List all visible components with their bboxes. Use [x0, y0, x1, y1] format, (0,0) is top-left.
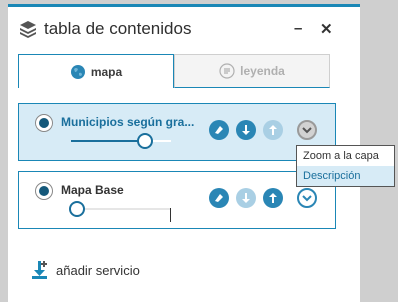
legend-icon: [219, 63, 235, 79]
move-up-button[interactable]: [263, 188, 283, 208]
move-up-button[interactable]: [263, 120, 283, 140]
panel-title: tabla de contenidos: [44, 19, 192, 38]
tab-leyenda[interactable]: leyenda: [174, 54, 330, 88]
arrow-up-icon: [269, 125, 277, 135]
opacity-slider-track: [77, 208, 171, 210]
eraser-icon: [215, 194, 223, 202]
opacity-slider-handle[interactable]: [137, 133, 153, 149]
chevron-down-icon: [302, 195, 312, 202]
add-service-label: añadir servicio: [56, 262, 140, 278]
tab-mapa[interactable]: mapa: [18, 54, 174, 88]
slider-end-marker: [170, 208, 171, 222]
edit-button[interactable]: [209, 188, 229, 208]
layer-options-button[interactable]: [297, 188, 317, 208]
layer-options-button[interactable]: [297, 120, 317, 140]
layer-row-municipios[interactable]: Municipios según gra...: [18, 103, 336, 161]
tab-bar: mapa leyenda: [18, 54, 336, 88]
move-down-button[interactable]: [236, 188, 256, 208]
chevron-down-icon: [302, 127, 312, 134]
panel-header: tabla de contenidos: [18, 18, 191, 40]
layer-name: Municipios según gra...: [61, 115, 195, 129]
add-service-button[interactable]: añadir servicio: [30, 256, 140, 284]
arrow-down-icon: [242, 193, 250, 203]
add-download-icon: [32, 261, 47, 279]
arrow-down-icon: [242, 125, 250, 135]
menu-item-description[interactable]: Descripción: [297, 166, 394, 186]
arrow-up-icon: [269, 193, 277, 203]
tab-mapa-label: mapa: [90, 64, 123, 79]
layers-icon: [20, 21, 36, 38]
layer-row-mapa-base[interactable]: Mapa Base: [18, 171, 336, 229]
menu-item-zoom-to-layer[interactable]: Zoom a la capa: [297, 146, 394, 166]
edit-button[interactable]: [209, 120, 229, 140]
eraser-icon: [215, 126, 223, 134]
layer-visibility-radio[interactable]: [35, 114, 53, 132]
minimize-button[interactable]: –: [294, 20, 302, 37]
layer-visibility-radio[interactable]: [35, 182, 53, 200]
globe-icon: [70, 64, 85, 79]
opacity-slider-fill: [71, 140, 147, 142]
move-down-button[interactable]: [236, 120, 256, 140]
close-button[interactable]: ✕: [320, 20, 333, 38]
layer-name: Mapa Base: [61, 183, 124, 197]
opacity-slider-handle[interactable]: [69, 201, 85, 217]
layer-context-menu: Zoom a la capa Descripción: [296, 145, 395, 187]
tab-leyenda-label: leyenda: [240, 64, 285, 78]
